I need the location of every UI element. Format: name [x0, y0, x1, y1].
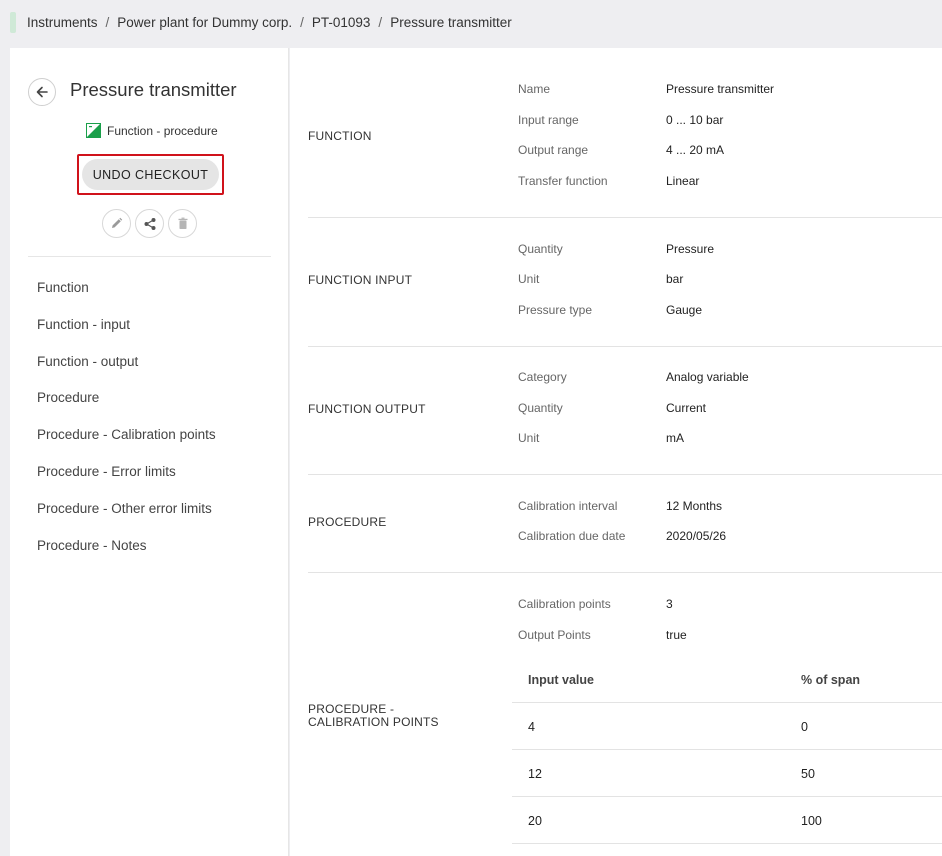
breadcrumb: Instruments / Power plant for Dummy corp…: [27, 15, 512, 30]
arrow-left-icon: [36, 86, 48, 98]
field-label: Calibration due date: [518, 529, 626, 543]
nav-item-function-output[interactable]: Function - output: [37, 354, 216, 391]
section-title: PROCEDURE: [308, 515, 387, 529]
section-function: FUNCTION Name Pressure transmitter Input…: [308, 48, 942, 218]
table-cell: 100: [801, 814, 822, 828]
field-label: Pressure type: [518, 303, 593, 317]
table-header-row: Input value % of span: [512, 653, 942, 703]
breadcrumb-accent: [10, 12, 16, 33]
field-label: Unit: [518, 431, 540, 445]
table-row: 20 100: [512, 797, 942, 844]
table-cell: 12: [528, 767, 542, 781]
field-label: Quantity: [518, 401, 563, 415]
breadcrumb-plant[interactable]: Power plant for Dummy corp.: [117, 15, 292, 30]
field-label: Input range: [518, 113, 579, 127]
field-value: bar: [666, 272, 684, 286]
field-value: 2020/05/26: [666, 529, 727, 543]
field-label: Calibration interval: [518, 499, 618, 513]
table-cell: 50: [801, 767, 815, 781]
table-row: 4 0: [512, 703, 942, 750]
field-value: 3: [666, 597, 673, 611]
field-value: Current: [666, 401, 707, 415]
field-label: Output Points: [518, 628, 591, 642]
breadcrumb-separator: /: [105, 15, 110, 30]
section-procedure: PROCEDURE Calibration interval 12 Months…: [308, 475, 942, 573]
breadcrumb-current: Pressure transmitter: [390, 15, 512, 30]
back-button[interactable]: [28, 78, 56, 106]
nav-item-error-limits[interactable]: Procedure - Error limits: [37, 464, 216, 501]
column-header-percent-span: % of span: [801, 673, 861, 687]
page-title: Pressure transmitter: [70, 79, 237, 100]
breadcrumb-separator: /: [300, 15, 304, 30]
field-label: Category: [518, 370, 567, 384]
function-type-icon: [86, 123, 101, 138]
breadcrumb-instruments[interactable]: Instruments: [27, 15, 98, 30]
breadcrumb-bar: Instruments / Power plant for Dummy corp…: [0, 0, 942, 48]
trash-icon: [178, 217, 187, 229]
field-value: Analog variable: [666, 370, 749, 384]
section-title: FUNCTION INPUT: [308, 273, 413, 287]
field-value: Pressure transmitter: [666, 82, 775, 96]
section-title: PROCEDURE - CALIBRATION POINTS: [308, 703, 508, 729]
field-label: Quantity: [518, 242, 563, 256]
nav-item-function-input[interactable]: Function - input: [37, 317, 216, 354]
item-type: Function - procedure: [86, 123, 218, 138]
field-value: 12 Months: [666, 499, 723, 513]
undo-checkout-highlight: UNDO CHECKOUT: [77, 154, 224, 195]
field-label: Unit: [518, 272, 540, 286]
share-icon: [144, 217, 155, 230]
field-value: Gauge: [666, 303, 703, 317]
item-type-label: Function - procedure: [107, 123, 218, 138]
delete-button[interactable]: [168, 209, 197, 238]
field-label: Output range: [518, 143, 589, 157]
sidebar: Pressure transmitter Function - procedur…: [10, 48, 289, 856]
field-value: true: [666, 628, 687, 642]
field-value: 0 ... 10 bar: [666, 113, 724, 127]
field-label: Name: [518, 82, 551, 96]
table-row: 12 50: [512, 750, 942, 797]
nav-item-notes[interactable]: Procedure - Notes: [37, 538, 216, 575]
nav-item-function[interactable]: Function: [37, 280, 216, 317]
table-cell: 0: [801, 720, 808, 734]
field-value: mA: [666, 431, 684, 445]
sidebar-divider: [28, 256, 271, 257]
field-value: 4 ... 20 mA: [666, 143, 725, 157]
action-buttons: [102, 209, 201, 238]
edit-button[interactable]: [102, 209, 131, 238]
section-nav: Function Function - input Function - out…: [37, 280, 216, 574]
field-value: Linear: [666, 174, 700, 188]
table-cell: 20: [528, 814, 542, 828]
breadcrumb-tag[interactable]: PT-01093: [312, 15, 371, 30]
column-header-input-value: Input value: [528, 673, 594, 687]
undo-checkout-button[interactable]: UNDO CHECKOUT: [82, 159, 219, 190]
nav-item-calibration-points[interactable]: Procedure - Calibration points: [37, 427, 216, 464]
pencil-icon: [112, 217, 123, 228]
field-label: Calibration points: [518, 597, 611, 611]
field-value: Pressure: [666, 242, 715, 256]
section-title-line: CALIBRATION POINTS: [308, 715, 439, 729]
breadcrumb-separator: /: [378, 15, 383, 30]
main-content: FUNCTION Name Pressure transmitter Input…: [290, 48, 942, 856]
share-button[interactable]: [135, 209, 164, 238]
nav-item-other-error-limits[interactable]: Procedure - Other error limits: [37, 501, 216, 538]
section-title: FUNCTION: [308, 129, 372, 143]
section-function-output: FUNCTION OUTPUT Category Analog variable…: [308, 347, 942, 475]
section-function-input: FUNCTION INPUT Quantity Pressure Unit ba…: [308, 218, 942, 347]
nav-item-procedure[interactable]: Procedure: [37, 390, 216, 427]
field-label: Transfer function: [518, 174, 608, 188]
section-title: FUNCTION OUTPUT: [308, 402, 426, 416]
table-cell: 4: [528, 720, 535, 734]
